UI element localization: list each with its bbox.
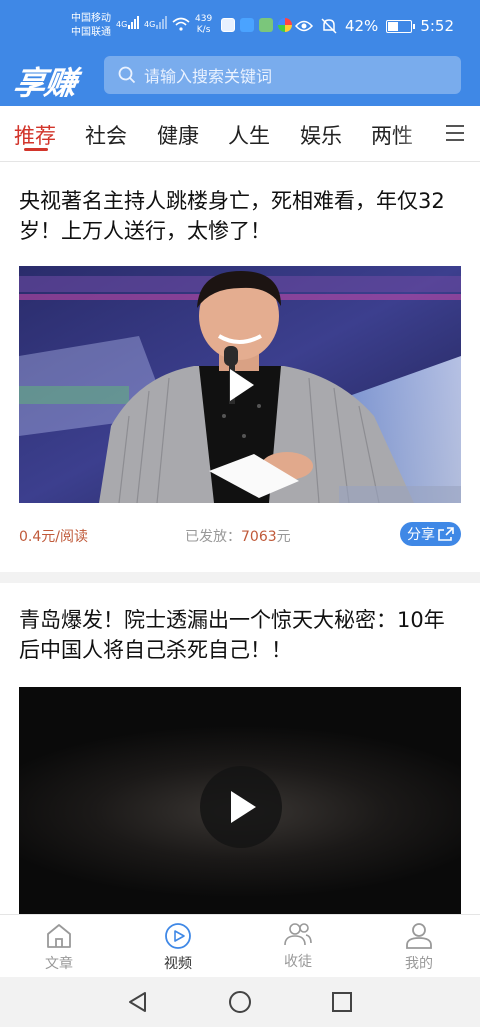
carrier-2: 中国联通 bbox=[71, 27, 111, 38]
search-input[interactable]: 请输入搜索关键词 bbox=[104, 56, 461, 94]
paid-out-value: 7063 bbox=[241, 529, 277, 545]
article-card[interactable]: 央视著名主持人跳楼身亡，死相难看，年仅32岁！上万人送行，太惨了！ 0.4元/阅… bbox=[0, 162, 480, 572]
paid-out: 已发放：7063元 bbox=[185, 526, 291, 546]
battery-icon bbox=[386, 19, 416, 33]
users-icon bbox=[284, 923, 312, 946]
play-icon[interactable] bbox=[218, 363, 262, 407]
earn-rate: 0.4元/阅读 bbox=[19, 529, 88, 545]
user-icon bbox=[406, 923, 432, 949]
tab-recommend[interactable]: 推荐 bbox=[14, 120, 56, 150]
article-video-thumbnail[interactable] bbox=[19, 266, 461, 503]
android-icon bbox=[259, 18, 273, 32]
status-bar: 中国移动 中国联通 4G 4G 439 K/s 42% 5:52 bbox=[0, 0, 480, 54]
app-notification-icon bbox=[240, 18, 254, 32]
net-speed: 439 K/s bbox=[195, 14, 212, 36]
nav-profile-label: 我的 bbox=[405, 956, 433, 972]
nav-articles-label: 文章 bbox=[45, 956, 73, 972]
app-notification-icon bbox=[221, 18, 235, 32]
tab-entertainment[interactable]: 娱乐 bbox=[300, 120, 342, 150]
home-icon bbox=[47, 924, 71, 948]
article-title[interactable]: 青岛爆发！院士透漏出一个惊天大秘密：10年后中国人将自己杀死自己！！ bbox=[19, 605, 464, 665]
system-nav-bar bbox=[0, 977, 480, 1027]
battery-percent: 42% bbox=[344, 17, 379, 35]
recents-icon[interactable] bbox=[331, 991, 353, 1013]
article-video-thumbnail[interactable] bbox=[19, 687, 461, 914]
share-button[interactable]: 分享 bbox=[400, 522, 461, 546]
net-speed-value: 439 bbox=[195, 14, 213, 24]
mute-bell-icon bbox=[321, 18, 337, 34]
header-bar: 中国移动 中国联通 4G 4G 439 K/s 42% 5:52 享赚 请输入搜… bbox=[0, 0, 480, 106]
share-label: 分享 bbox=[407, 527, 435, 543]
signal-2-icon: 4G bbox=[144, 16, 168, 29]
nav-profile[interactable]: 我的 bbox=[379, 921, 459, 973]
menu-icon[interactable] bbox=[446, 125, 464, 141]
paid-out-label: 已发放： bbox=[185, 529, 241, 545]
home-button-icon[interactable] bbox=[228, 990, 252, 1014]
search-icon bbox=[118, 66, 136, 84]
nav-articles[interactable]: 文章 bbox=[19, 921, 99, 973]
app-notification-icon bbox=[278, 18, 292, 32]
back-icon[interactable] bbox=[126, 990, 148, 1014]
carrier-1: 中国移动 bbox=[71, 13, 111, 24]
network-type-1: 4G bbox=[116, 20, 128, 29]
app-logo: 享赚 bbox=[11, 64, 79, 102]
nav-videos[interactable]: 视频 bbox=[138, 921, 218, 973]
play-button[interactable] bbox=[200, 766, 282, 848]
article-divider bbox=[0, 572, 480, 583]
tab-society[interactable]: 社会 bbox=[85, 120, 127, 150]
article-meta: 0.4元/阅读 已发放：7063元 分享 bbox=[19, 520, 461, 550]
app-screen: 中国移动 中国联通 4G 4G 439 K/s 42% 5:52 享赚 请输入搜… bbox=[0, 0, 480, 1027]
paid-out-unit: 元 bbox=[276, 529, 291, 545]
eye-icon bbox=[294, 20, 313, 32]
carrier-info: 中国移动 中国联通 bbox=[71, 12, 111, 40]
search-placeholder: 请输入搜索关键词 bbox=[144, 67, 273, 86]
tab-health[interactable]: 健康 bbox=[157, 120, 199, 150]
active-tab-indicator bbox=[24, 148, 48, 151]
article-card[interactable]: 青岛爆发！院士透漏出一个惊天大秘密：10年后中国人将自己杀死自己！！ bbox=[0, 583, 480, 914]
article-title[interactable]: 央视著名主持人跳楼身亡，死相难看，年仅32岁！上万人送行，太惨了！ bbox=[19, 186, 464, 246]
clock: 5:52 bbox=[420, 17, 454, 35]
tabs-fade bbox=[396, 106, 436, 161]
nav-videos-label: 视频 bbox=[164, 956, 192, 972]
notification-icons bbox=[221, 18, 292, 32]
bottom-nav: 文章 视频 收徒 我的 bbox=[0, 914, 480, 977]
nav-apprentice[interactable]: 收徒 bbox=[258, 921, 338, 971]
network-type-2: 4G bbox=[144, 20, 156, 29]
signal-1-icon: 4G bbox=[116, 16, 140, 29]
tab-life[interactable]: 人生 bbox=[228, 120, 270, 150]
wifi-icon bbox=[172, 17, 190, 31]
nav-apprentice-label: 收徒 bbox=[284, 954, 312, 970]
share-icon bbox=[438, 527, 454, 541]
video-play-icon bbox=[165, 923, 191, 949]
category-tabs: 推荐 社会 健康 人生 娱乐 两性 bbox=[0, 106, 480, 162]
status-right: 42% 5:52 bbox=[294, 17, 454, 35]
net-speed-unit: K/s bbox=[196, 25, 211, 35]
